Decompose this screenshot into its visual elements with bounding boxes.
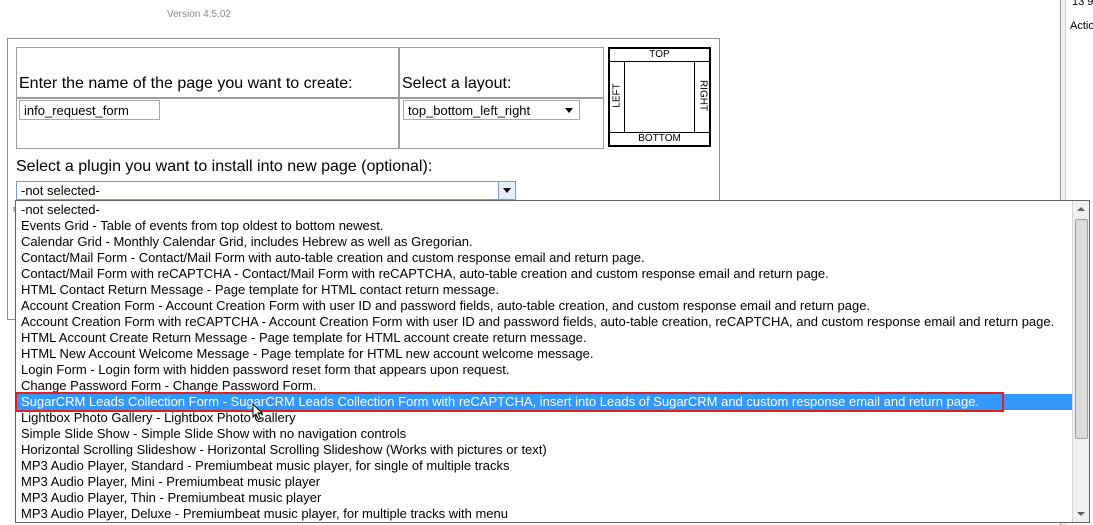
layout-diagram-left: LEFT — [610, 62, 625, 133]
dropdown-scrollbar[interactable] — [1072, 201, 1089, 522]
layout-select-cell: top_bottom_left_right — [399, 98, 604, 149]
page-name-label: Enter the name of the page you want to c… — [19, 75, 353, 92]
layout-diagram-right: RIGHT — [694, 62, 709, 133]
layout-select-value: top_bottom_left_right — [408, 103, 531, 118]
layout-label-cell: Select a layout: — [399, 47, 604, 98]
scroll-down-icon[interactable] — [1073, 506, 1089, 522]
list-item[interactable]: Lightbox Photo Gallery - Lightbox Photo … — [16, 410, 1073, 426]
list-item[interactable]: Horizontal Scrolling Slideshow - Horizon… — [16, 442, 1073, 458]
list-item[interactable]: Simple Slide Show - Simple Slide Show wi… — [16, 426, 1073, 442]
list-item[interactable]: Contact/Mail Form with reCAPTCHA - Conta… — [16, 266, 1073, 282]
version-label: Version 4.5.02 — [167, 9, 231, 20]
list-item[interactable]: Contact/Mail Form - Contact/Mail Form wi… — [16, 250, 1073, 266]
annotation-highlight-box — [15, 392, 1004, 412]
chevron-down-icon — [565, 108, 573, 113]
background-window-time: 13 9: — [1072, 0, 1093, 8]
mouse-cursor-icon — [252, 403, 264, 421]
list-item[interactable]: MP3 Audio Player, Thin - Premiumbeat mus… — [16, 490, 1073, 506]
list-item[interactable]: -not selected- — [16, 202, 1073, 218]
list-item[interactable]: MP3 Audio Player, Standard - Premiumbeat… — [16, 458, 1073, 474]
list-item[interactable]: Account Creation Form - Account Creation… — [16, 298, 1073, 314]
layout-label: Select a layout: — [402, 75, 512, 92]
page-name-input-cell: info_request_form — [16, 98, 399, 149]
scroll-thumb[interactable] — [1075, 219, 1088, 439]
plugin-dropdown-list[interactable]: -not selected- Events Grid - Table of eve… — [15, 200, 1090, 523]
list-item[interactable]: HTML Account Create Return Message - Pag… — [16, 330, 1073, 346]
plugin-options: -not selected- Events Grid - Table of eve… — [16, 202, 1073, 522]
list-item[interactable]: HTML Contact Return Message - Page templ… — [16, 282, 1073, 298]
list-item[interactable]: Login Form - Login form with hidden pass… — [16, 362, 1073, 378]
list-item[interactable]: Account Creation Form with reCAPTCHA - A… — [16, 314, 1073, 330]
layout-diagram: TOP LEFT RIGHT BOTTOM — [608, 47, 711, 147]
list-item[interactable]: MP3 Audio Player, Deluxe - Premiumbeat m… — [16, 506, 1073, 522]
list-item[interactable]: HTML New Account Welcome Message - Page … — [16, 346, 1073, 362]
plugin-label: Select a plugin you want to install into… — [16, 158, 433, 175]
plugin-select[interactable]: -not selected- — [16, 181, 516, 200]
background-window-action: Action — [1070, 20, 1093, 32]
list-item[interactable]: Events Grid - Table of events from top o… — [16, 218, 1073, 234]
page-name-input[interactable]: info_request_form — [19, 100, 160, 120]
layout-select[interactable]: top_bottom_left_right — [403, 100, 580, 120]
page-name-label-cell: Enter the name of the page you want to c… — [16, 47, 399, 98]
layout-diagram-top: TOP — [610, 49, 709, 62]
dropdown-arrow-button[interactable] — [498, 182, 515, 199]
plugin-select-value: -not selected- — [21, 183, 100, 198]
list-item[interactable]: MP3 Audio Player, Mini - Premiumbeat mus… — [16, 474, 1073, 490]
list-item[interactable]: Calendar Grid - Monthly Calendar Grid, i… — [16, 234, 1073, 250]
scroll-up-icon[interactable] — [1073, 201, 1089, 217]
layout-diagram-bottom: BOTTOM — [610, 132, 709, 145]
